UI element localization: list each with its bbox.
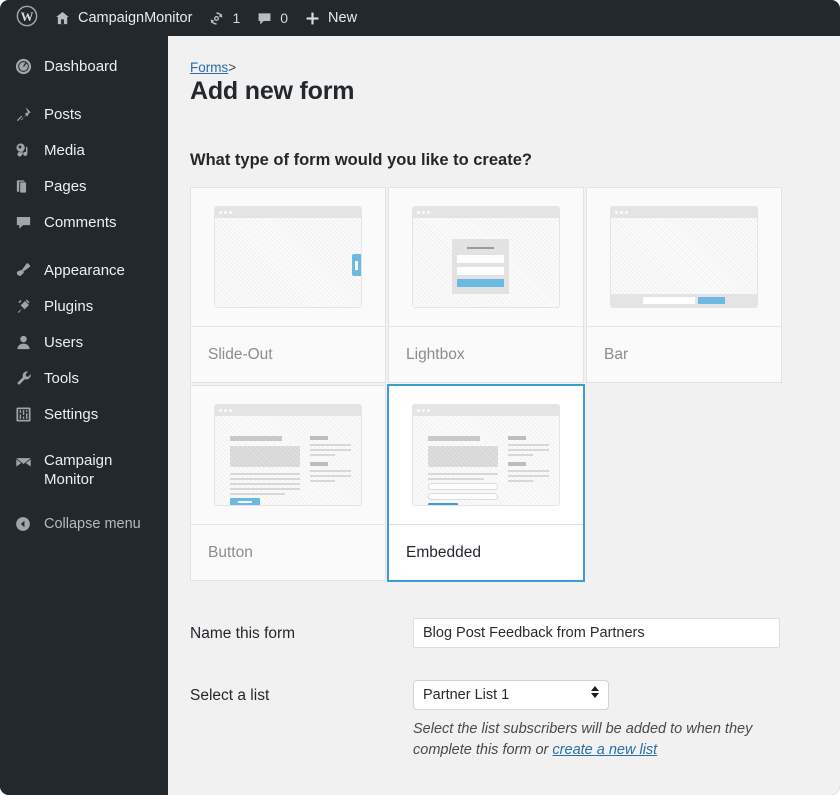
pages-icon bbox=[12, 175, 34, 197]
embedded-preview-icon bbox=[389, 386, 583, 524]
form-type-question: What type of form would you like to crea… bbox=[190, 151, 532, 169]
form-type-label: Bar bbox=[587, 326, 781, 382]
sidebar-item-settings[interactable]: Settings bbox=[0, 396, 168, 432]
page-title: Add new form bbox=[190, 77, 355, 105]
form-type-label: Embedded bbox=[389, 524, 583, 580]
sidebar-item-pages[interactable]: Pages bbox=[0, 168, 168, 204]
sidebar-label: Comments bbox=[44, 213, 117, 231]
form-type-card-button[interactable]: Button bbox=[190, 385, 386, 581]
settings-sliders-icon bbox=[12, 403, 34, 425]
sidebar-label: Posts bbox=[44, 105, 82, 123]
form-type-label: Button bbox=[191, 524, 385, 580]
slide-out-preview-icon bbox=[191, 188, 385, 326]
list-select-value: Partner List 1 bbox=[423, 687, 510, 703]
updates-icon bbox=[208, 10, 225, 27]
form-type-card-bar[interactable]: Bar bbox=[586, 187, 782, 383]
admin-content: Forms> Add new form What type of form wo… bbox=[168, 36, 840, 795]
sidebar-label: Users bbox=[44, 333, 84, 351]
sidebar-label: Tools bbox=[44, 369, 80, 387]
select-list-label: Select a list bbox=[190, 687, 270, 704]
form-type-card-slide-out[interactable]: Slide-Out bbox=[190, 187, 386, 383]
comments-count: 0 bbox=[280, 10, 289, 26]
sidebar-label: Settings bbox=[44, 405, 99, 423]
admin-sidebar: Dashboard Posts Media Pages Comments App… bbox=[0, 36, 168, 795]
sidebar-item-users[interactable]: Users bbox=[0, 324, 168, 360]
button-preview-icon bbox=[191, 386, 385, 524]
collapse-menu-label: Collapse menu bbox=[44, 515, 141, 532]
plug-icon bbox=[12, 295, 34, 317]
new-label: New bbox=[328, 10, 358, 26]
sidebar-item-dashboard[interactable]: Dashboard bbox=[0, 48, 168, 84]
site-name-menu[interactable]: CampaignMonitor bbox=[46, 0, 200, 36]
comment-bubble-icon bbox=[256, 10, 273, 27]
sidebar-label: Appearance bbox=[44, 261, 125, 279]
new-content-menu[interactable]: New bbox=[296, 0, 365, 36]
lightbox-preview-icon bbox=[389, 188, 583, 326]
form-type-grid: Slide-Out Lightbox Bar Button Embedded bbox=[190, 187, 782, 582]
wp-logo-menu[interactable]: W bbox=[8, 0, 46, 36]
sidebar-item-media[interactable]: Media bbox=[0, 132, 168, 168]
media-icon bbox=[12, 139, 34, 161]
sidebar-item-plugins[interactable]: Plugins bbox=[0, 288, 168, 324]
sidebar-item-tools[interactable]: Tools bbox=[0, 360, 168, 396]
browser-frame: W CampaignMonitor 1 0 New Dashboard Post… bbox=[0, 0, 840, 795]
create-new-list-link[interactable]: create a new list bbox=[552, 742, 657, 758]
name-form-row: Name this form bbox=[190, 618, 840, 648]
campaign-monitor-icon bbox=[12, 451, 34, 473]
sidebar-label: Dashboard bbox=[44, 57, 118, 75]
breadcrumb-separator: > bbox=[228, 60, 237, 75]
sidebar-label: Campaign Monitor bbox=[44, 452, 113, 488]
site-name-label: CampaignMonitor bbox=[78, 10, 193, 26]
bar-preview-icon bbox=[587, 188, 781, 326]
updates-menu[interactable]: 1 bbox=[200, 0, 248, 36]
breadcrumb: Forms> bbox=[190, 60, 840, 75]
form-name-input[interactable] bbox=[413, 618, 780, 648]
sidebar-item-appearance[interactable]: Appearance bbox=[0, 252, 168, 288]
sidebar-item-campaign-monitor[interactable]: Campaign Monitor bbox=[0, 444, 168, 496]
comment-bubble-icon bbox=[12, 211, 34, 233]
sidebar-item-comments[interactable]: Comments bbox=[0, 204, 168, 240]
wordpress-logo-icon: W bbox=[16, 5, 38, 31]
wrench-icon bbox=[12, 367, 34, 389]
sidebar-item-collapse-menu[interactable]: Collapse menu bbox=[0, 506, 168, 542]
form-type-card-lightbox[interactable]: Lightbox bbox=[388, 187, 584, 383]
wp-admin-bar: W CampaignMonitor 1 0 New bbox=[0, 0, 840, 36]
select-list-row: Select a list Partner List 1 bbox=[190, 680, 840, 710]
updates-count: 1 bbox=[232, 10, 241, 26]
form-type-card-embedded[interactable]: Embedded bbox=[387, 384, 585, 582]
pin-icon bbox=[12, 103, 34, 125]
form-type-label: Slide-Out bbox=[191, 326, 385, 382]
sidebar-label: Pages bbox=[44, 177, 87, 195]
sidebar-item-posts[interactable]: Posts bbox=[0, 96, 168, 132]
comments-menu[interactable]: 0 bbox=[248, 0, 296, 36]
collapse-arrow-icon bbox=[12, 513, 34, 535]
list-select[interactable]: Partner List 1 bbox=[413, 680, 609, 710]
name-form-label: Name this form bbox=[190, 625, 296, 642]
svg-text:W: W bbox=[21, 10, 34, 24]
sidebar-label: Plugins bbox=[44, 297, 94, 315]
form-type-label: Lightbox bbox=[389, 326, 583, 382]
breadcrumb-link-forms[interactable]: Forms bbox=[190, 60, 228, 75]
paintbrush-icon bbox=[12, 259, 34, 281]
plus-icon bbox=[304, 10, 321, 27]
chevron-updown-icon bbox=[591, 686, 599, 698]
user-icon bbox=[12, 331, 34, 353]
sidebar-label: Media bbox=[44, 141, 85, 159]
home-icon bbox=[54, 10, 71, 27]
select-list-help-text: Select the list subscribers will be adde… bbox=[413, 719, 793, 761]
dashboard-icon bbox=[12, 55, 34, 77]
